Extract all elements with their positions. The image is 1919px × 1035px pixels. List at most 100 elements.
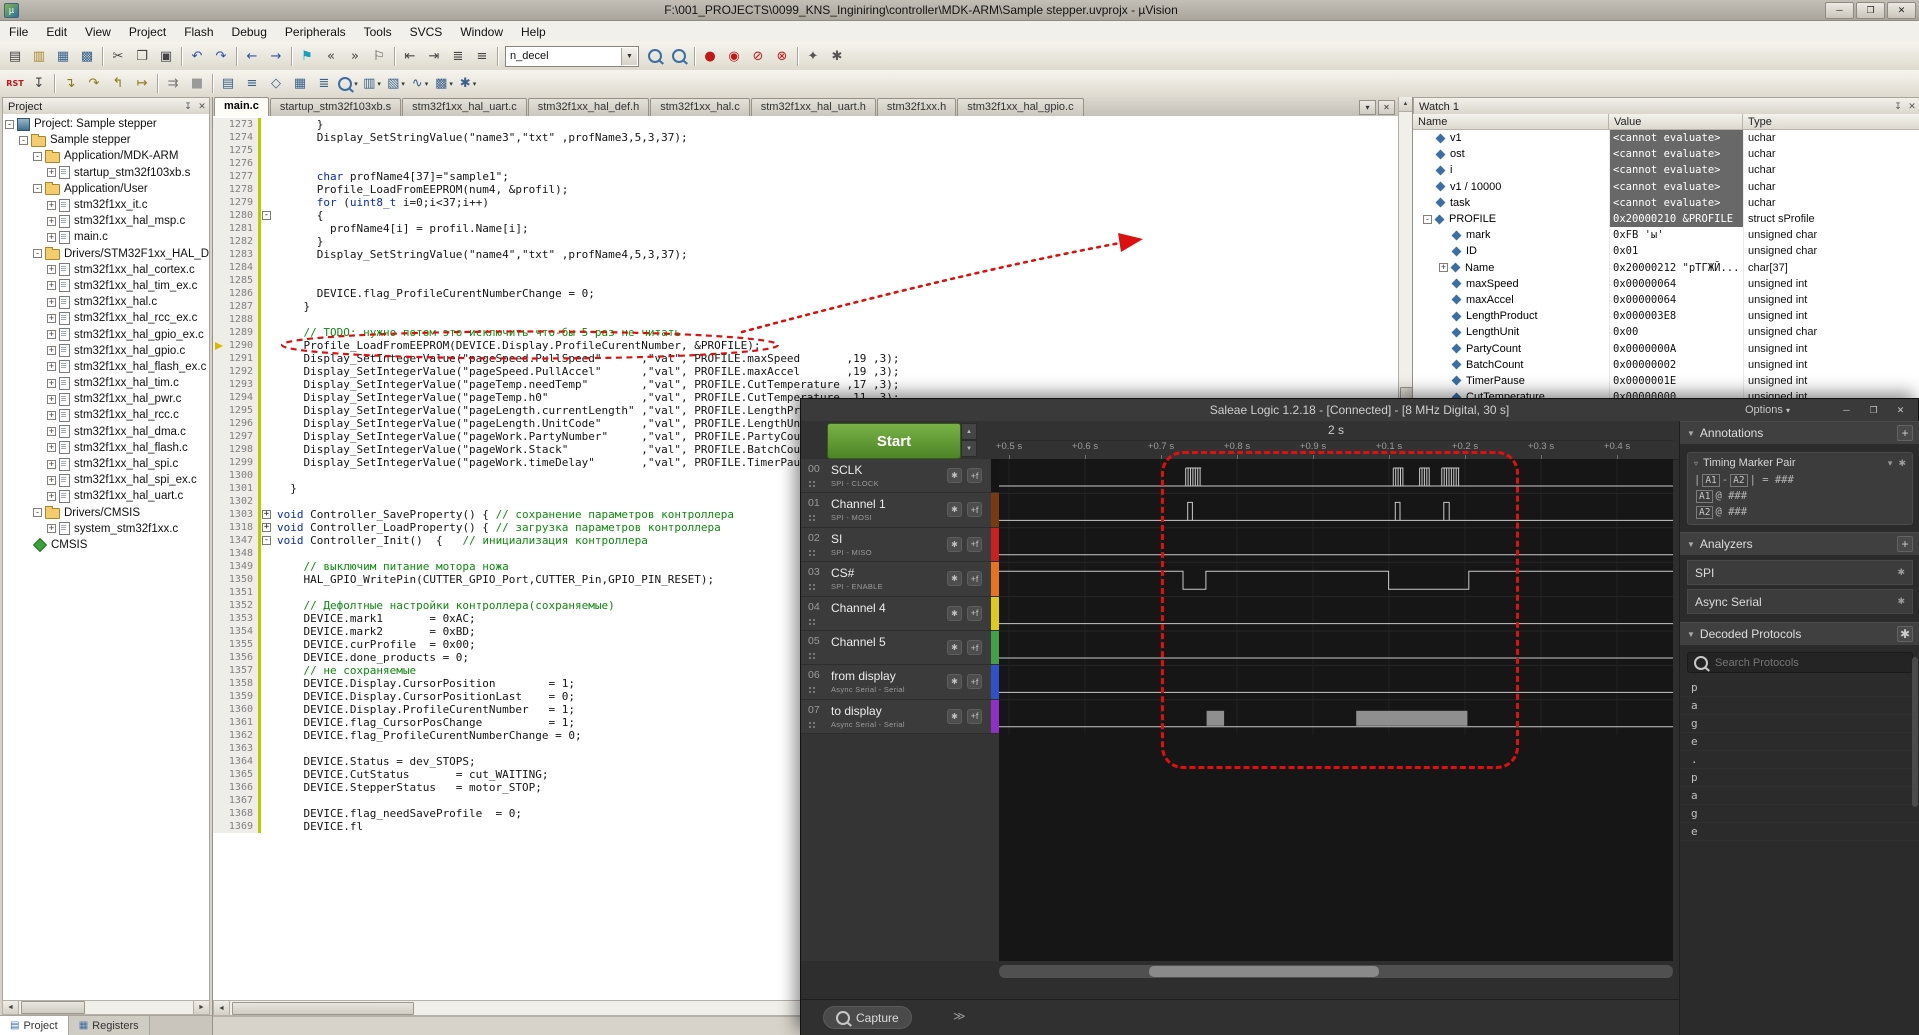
- menu-help[interactable]: Help: [512, 23, 555, 41]
- save-file-button[interactable]: ▦: [51, 45, 75, 67]
- watch-row[interactable]: ID0x01unsigned char: [1413, 243, 1919, 259]
- watch-row[interactable]: LengthUnit0x00unsigned char: [1413, 324, 1919, 340]
- menu-edit[interactable]: Edit: [37, 23, 76, 41]
- editor-tab-stm32f1xx_hal.c[interactable]: stm32f1xx_hal.c: [650, 98, 749, 116]
- drag-handle-icon[interactable]: [809, 515, 811, 517]
- chevron-down-icon[interactable]: ▾: [1888, 458, 1893, 469]
- analyzer-item-spi[interactable]: SPI✱: [1687, 560, 1913, 585]
- scroll-left-icon[interactable]: ◄: [214, 1001, 230, 1015]
- tree-item[interactable]: +stm32f1xx_hal_tim.c: [3, 375, 209, 391]
- configure-tools-button[interactable]: ✱: [825, 45, 849, 67]
- saleae-maximize-button[interactable]: ❐: [1861, 402, 1886, 418]
- jump-back-button[interactable]: ←: [240, 45, 264, 67]
- memory-windows-button[interactable]: ▥▾: [360, 73, 384, 95]
- channel-trigger-button[interactable]: +f: [967, 468, 982, 483]
- code-text[interactable]: for (uint8_t i=0;i<37;i++): [274, 196, 1399, 209]
- insert-breakpoint-button[interactable]: ●: [698, 45, 722, 67]
- editor-tab-stm32f1xx_hal_uart.h[interactable]: stm32f1xx_hal_uart.h: [751, 98, 876, 116]
- editor-tab-stm32f1xx.h[interactable]: stm32f1xx.h: [877, 98, 956, 116]
- panel-tab-project[interactable]: ▤Project: [0, 1016, 69, 1035]
- find-in-files-button[interactable]: [643, 45, 667, 67]
- menu-file[interactable]: File: [0, 23, 37, 41]
- collapse-box-icon[interactable]: -: [19, 136, 28, 145]
- channel-row-00[interactable]: 00SCLKSPI - CLOCK✱+f: [801, 459, 999, 493]
- editor-tab-main.c[interactable]: main.c: [214, 97, 269, 116]
- reset-cpu-button[interactable]: RST: [3, 73, 27, 95]
- code-text[interactable]: Display_SetIntegerValue("pageSpeed.PullS…: [274, 352, 1399, 365]
- code-text[interactable]: Profile_LoadFromEEPROM(num4, &profil);: [274, 183, 1399, 196]
- code-text[interactable]: Profile_LoadFromEEPROM(DEVICE.Display.Pr…: [274, 339, 1399, 352]
- expand-box-icon[interactable]: +: [47, 460, 56, 469]
- expand-box-icon[interactable]: +: [47, 168, 56, 177]
- expand-box-icon[interactable]: +: [47, 395, 56, 404]
- expand-box-icon[interactable]: +: [47, 443, 56, 452]
- options-button[interactable]: Options ▾: [1745, 399, 1790, 421]
- scrollbar-thumb[interactable]: [232, 1002, 414, 1015]
- analyzers-section-header[interactable]: ▼ Analyzers +: [1680, 532, 1919, 556]
- timeline-ruler[interactable]: +0.5 s+0.6 s+0.7 s+0.8 s+0.9 s+0.1 s+0.2…: [999, 440, 1673, 459]
- code-text[interactable]: Display_SetStringValue("name3","txt" ,pr…: [274, 131, 1399, 144]
- collapse-box-icon[interactable]: -: [5, 120, 14, 129]
- decoded-protocols-section-header[interactable]: ▼ Decoded Protocols ✱: [1680, 622, 1919, 646]
- start-button[interactable]: Start: [827, 423, 961, 459]
- expand-box-icon[interactable]: +: [47, 476, 56, 485]
- editor-tab-stm32f1xx_hal_uart.c[interactable]: stm32f1xx_hal_uart.c: [402, 98, 527, 116]
- tree-item[interactable]: +system_stm32f1xx.c: [3, 521, 209, 537]
- spinner-down-icon[interactable]: ▼: [961, 440, 977, 457]
- drag-handle-icon[interactable]: [809, 653, 811, 655]
- collapse-box-icon[interactable]: -: [33, 184, 42, 193]
- bookmark-toggle-button[interactable]: ⚑: [295, 45, 319, 67]
- code-text[interactable]: }: [274, 300, 1399, 313]
- tree-item[interactable]: +stm32f1xx_hal_cortex.c: [3, 262, 209, 278]
- symbols-window-button[interactable]: ◇: [264, 73, 288, 95]
- menu-svcs[interactable]: SVCS: [401, 23, 452, 41]
- channel-trigger-button[interactable]: +f: [967, 571, 982, 586]
- code-text[interactable]: DEVICE.flag_ProfileCurentNumberChange = …: [274, 287, 1399, 300]
- drag-handle-icon[interactable]: [809, 722, 811, 724]
- expand-box-icon[interactable]: +: [47, 233, 56, 242]
- uncomment-selection-button[interactable]: ≡: [470, 45, 494, 67]
- expand-box-icon[interactable]: +: [47, 265, 56, 274]
- tree-item[interactable]: +stm32f1xx_hal_msp.c: [3, 213, 209, 229]
- tree-item[interactable]: -Project: Sample stepper: [3, 116, 209, 132]
- fold-open-icon[interactable]: -: [262, 536, 271, 545]
- tree-item[interactable]: CMSIS: [3, 537, 209, 553]
- expand-box-icon[interactable]: +: [47, 492, 56, 501]
- channel-settings-gear-icon[interactable]: ✱: [947, 537, 962, 552]
- scrollbar-thumb[interactable]: [21, 1001, 85, 1014]
- watch-column-header-type[interactable]: Type: [1743, 114, 1919, 130]
- scrollbar-thumb[interactable]: [1149, 966, 1379, 977]
- search-protocols-input[interactable]: [1713, 656, 1887, 670]
- code-text[interactable]: char profName4[37]="sample1";: [274, 170, 1399, 183]
- channel-row-01[interactable]: 01Channel 1SPI - MOSI✱+f: [801, 493, 999, 527]
- code-text[interactable]: [274, 261, 1399, 274]
- expand-box-icon[interactable]: +: [47, 362, 56, 371]
- code-text[interactable]: [274, 274, 1399, 287]
- watch-row[interactable]: BatchCount0x00000002unsigned int: [1413, 357, 1919, 373]
- stop-button[interactable]: ■: [185, 73, 209, 95]
- drag-handle-icon[interactable]: [809, 687, 811, 689]
- download-flash-button[interactable]: ↧: [27, 73, 51, 95]
- watch-row[interactable]: maxSpeed0x00000064unsigned int: [1413, 276, 1919, 292]
- menu-tools[interactable]: Tools: [355, 23, 401, 41]
- bookmark-clear-all-button[interactable]: ⚐: [367, 45, 391, 67]
- system-viewer-button[interactable]: ▩▾: [432, 73, 456, 95]
- expand-box-icon[interactable]: +: [47, 330, 56, 339]
- tree-item[interactable]: +stm32f1xx_hal_spi.c: [3, 456, 209, 472]
- menu-view[interactable]: View: [76, 23, 120, 41]
- fold-open-icon[interactable]: -: [262, 211, 271, 220]
- menu-flash[interactable]: Flash: [175, 23, 222, 41]
- tab-list-chevron-icon[interactable]: ▾: [1359, 100, 1376, 115]
- drag-handle-icon[interactable]: [809, 619, 811, 621]
- code-text[interactable]: Display_SetIntegerValue("pageTemp.needTe…: [274, 378, 1399, 391]
- tree-item[interactable]: +stm32f1xx_hal_dma.c: [3, 424, 209, 440]
- options-for-target-button[interactable]: ✦: [801, 45, 825, 67]
- step-out-button[interactable]: ↰: [106, 73, 130, 95]
- channel-row-06[interactable]: 06from displayAsync Serial - Serial✱+f: [801, 665, 999, 699]
- scroll-up-icon[interactable]: ▲: [1399, 97, 1412, 112]
- toolbox-button[interactable]: ✱▾: [456, 73, 480, 95]
- call-stack-window-button[interactable]: ≣: [312, 73, 336, 95]
- channel-settings-gear-icon[interactable]: ✱: [947, 674, 962, 689]
- tree-item[interactable]: +main.c: [3, 229, 209, 245]
- step-over-button[interactable]: ↷: [82, 73, 106, 95]
